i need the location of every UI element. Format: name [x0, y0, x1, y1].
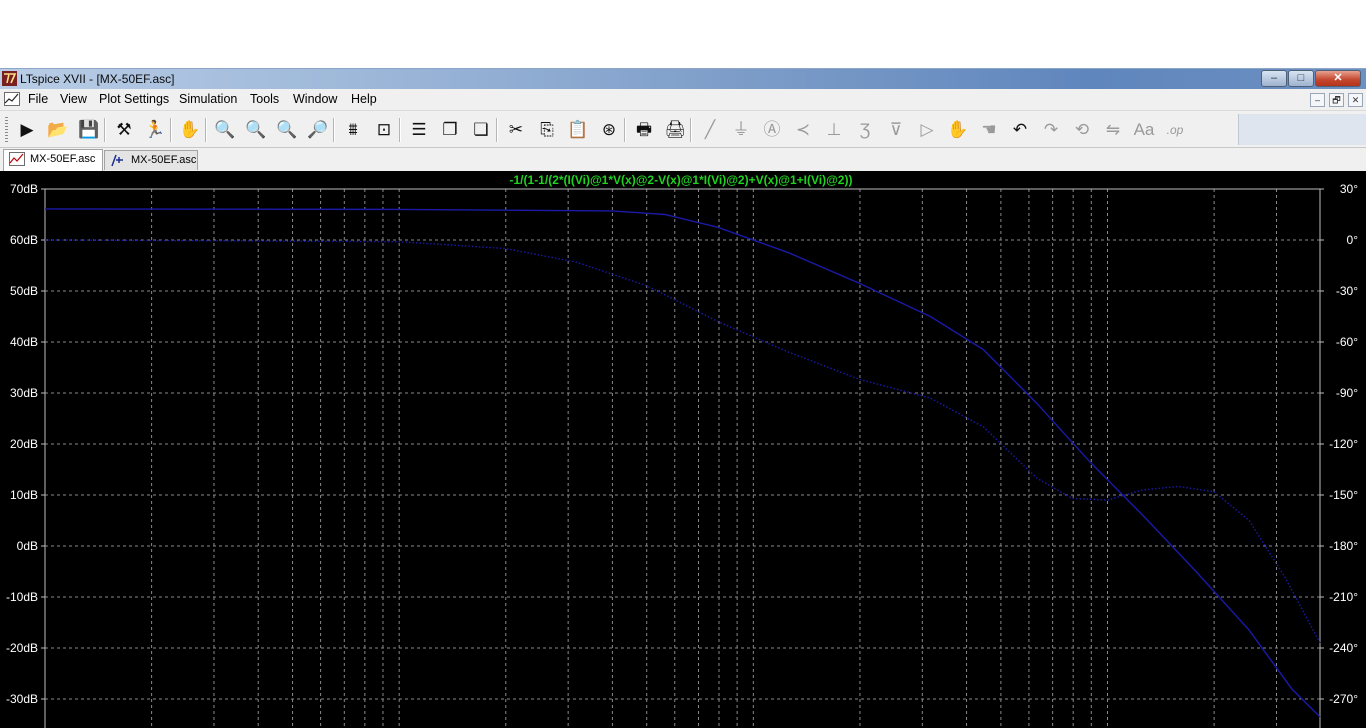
drag-icon[interactable]: ☚ [976, 117, 1002, 143]
inductor-icon[interactable]: Ʒ [852, 117, 878, 143]
ground-icon[interactable]: ⏚ [728, 117, 754, 143]
right-axis-tick-label: -270° [1329, 692, 1358, 706]
left-axis-tick-label: 40dB [10, 335, 38, 349]
label-net-icon[interactable]: Ⓐ [759, 117, 785, 143]
toolbar-separator [624, 118, 626, 142]
toolbar-gripper[interactable] [5, 117, 8, 142]
resistor-icon[interactable]: ≺ [790, 117, 816, 143]
maximize-button[interactable]: □ [1288, 70, 1314, 87]
tile-horizontal-icon[interactable]: ☰ [406, 117, 432, 143]
schematic-icon [111, 154, 123, 167]
left-axis-tick-label: -20dB [6, 641, 38, 655]
left-axis-tick-label: 60dB [10, 233, 38, 247]
toolbar-separator [333, 118, 335, 142]
mirror-icon[interactable]: ⇋ [1100, 117, 1126, 143]
menu-simulation[interactable]: Simulation [179, 92, 237, 106]
right-axis-tick-label: -90° [1336, 386, 1358, 400]
redo-icon[interactable]: ↷ [1038, 117, 1064, 143]
halt-icon[interactable]: 🏃 [142, 117, 168, 143]
menu-window[interactable]: Window [293, 92, 337, 106]
print-preview-icon[interactable]: 🖶 [631, 117, 657, 143]
menu-bar: File View Plot Settings Simulation Tools… [0, 89, 1366, 111]
plot-window-icon[interactable] [4, 92, 20, 106]
window-title: LTspice XVII - [MX-50EF.asc] [20, 72, 175, 86]
move-icon[interactable]: ✋ [945, 117, 971, 143]
save-icon[interactable]: 💾 [76, 117, 102, 143]
left-axis-tick-label: 0dB [17, 539, 38, 553]
capacitor-icon[interactable]: ⊥ [821, 117, 847, 143]
minimize-button[interactable]: – [1261, 70, 1287, 87]
toolbar: ▶ 📂 💾 ⚒ 🏃 ✋ 🔍 🔍 🔍 🔎 ⩩ ⊡ ☰ ❐ ❏ ✂ ⎘ 📋 ⊛ 🖶 🖨 ╱ ⏚ Ⓐ ≺ ⊥ Ʒ ⊽ ▷ ✋ ☚ ↶ ↷ ⟲ ⇋ Aa .op [0, 111, 1366, 148]
run-icon[interactable]: ▶ [14, 117, 40, 143]
plot-background [0, 171, 1366, 728]
right-axis-tick-label: -150° [1329, 488, 1358, 502]
control-panel-icon[interactable]: ⚒ [111, 117, 137, 143]
tab-plot-label: MX-50EF.asc [30, 153, 96, 165]
mdi-close-button[interactable]: ✕ [1348, 93, 1363, 107]
autorange-icon[interactable]: ⩩ [340, 117, 366, 143]
right-axis-tick-label: -210° [1329, 590, 1358, 604]
cascade-icon[interactable]: ❐ [437, 117, 463, 143]
zoom-out-icon[interactable]: 🔍 [274, 117, 300, 143]
spice-directive-icon[interactable]: .op [1162, 117, 1188, 143]
toolbar-separator [170, 118, 172, 142]
title-bar[interactable]: LTspice XVII - [MX-50EF.asc] – □ ✕ [0, 68, 1366, 89]
menu-tools[interactable]: Tools [250, 92, 279, 106]
menu-help[interactable]: Help [351, 92, 377, 106]
menu-plot-settings[interactable]: Plot Settings [99, 92, 169, 106]
waveform-plot[interactable]: 70dB 60dB 50dB 40dB 30dB 20dB 10dB 0dB -10dB -20d… [0, 171, 1366, 728]
mdi-minimize-button[interactable]: – [1310, 93, 1325, 107]
zoom-area-icon[interactable]: 🔍 [243, 117, 269, 143]
rotate-icon[interactable]: ⟲ [1069, 117, 1095, 143]
left-axis-tick-label: 30dB [10, 386, 38, 400]
left-axis-tick-label: 10dB [10, 488, 38, 502]
right-axis-tick-label: -30° [1336, 284, 1358, 298]
component-icon[interactable]: ▷ [914, 117, 940, 143]
left-axis-tick-label: -30dB [6, 692, 38, 706]
wire-icon[interactable]: ╱ [697, 117, 723, 143]
find-icon[interactable]: ⊛ [596, 117, 622, 143]
left-axis-tick-label: 70dB [10, 182, 38, 196]
plot-expression-title[interactable]: -1/(1-1/(2*(I(Vi)@1*V(x)@2-V(x)@1*I(Vi)@… [510, 173, 853, 187]
menu-view[interactable]: View [60, 92, 87, 106]
toolbar-separator [496, 118, 498, 142]
left-axis-tick-label: 50dB [10, 284, 38, 298]
tab-schematic-window[interactable]: MX-50EF.asc [104, 150, 198, 170]
left-axis-tick-label: 20dB [10, 437, 38, 451]
toolbar-empty-area [1238, 114, 1366, 145]
right-axis-tick-label: -180° [1329, 539, 1358, 553]
right-axis-tick-label: -240° [1329, 641, 1358, 655]
right-axis-tick-label: -60° [1336, 335, 1358, 349]
print-icon[interactable]: 🖨 [662, 117, 688, 143]
open-icon[interactable]: 📂 [45, 117, 71, 143]
toolbar-separator [104, 118, 106, 142]
mdi-restore-button[interactable]: 🗗 [1329, 93, 1344, 107]
copy-icon[interactable]: ⎘ [534, 117, 560, 143]
tab-plot-window[interactable]: MX-50EF.asc [3, 149, 103, 171]
undo-icon[interactable]: ↶ [1007, 117, 1033, 143]
diode-icon[interactable]: ⊽ [883, 117, 909, 143]
pan-icon[interactable]: ✋ [177, 117, 203, 143]
zoom-cancel-icon[interactable]: 🔎 [305, 117, 331, 143]
tab-schematic-label: MX-50EF.asc [131, 154, 197, 166]
zoom-in-icon[interactable]: 🔍 [212, 117, 238, 143]
waveform-icon [9, 152, 25, 166]
menu-file[interactable]: File [28, 92, 48, 106]
toolbar-separator [399, 118, 401, 142]
right-axis-tick-label: 0° [1347, 233, 1359, 247]
right-axis-tick-label: 30° [1340, 182, 1358, 196]
cut-icon[interactable]: ✂ [503, 117, 529, 143]
toolbar-separator [690, 118, 692, 142]
right-axis-tick-label: -120° [1329, 437, 1358, 451]
tile-vertical-icon[interactable]: ❏ [468, 117, 494, 143]
close-button[interactable]: ✕ [1315, 70, 1361, 87]
text-icon[interactable]: Aa [1131, 117, 1157, 143]
mark-unref-icon[interactable]: ⊡ [371, 117, 397, 143]
document-tabs: MX-50EF.asc MX-50EF.asc [0, 148, 1366, 171]
ltspice-logo-icon [2, 71, 17, 86]
paste-icon[interactable]: 📋 [565, 117, 591, 143]
toolbar-separator [205, 118, 207, 142]
left-axis-tick-label: -10dB [6, 590, 38, 604]
